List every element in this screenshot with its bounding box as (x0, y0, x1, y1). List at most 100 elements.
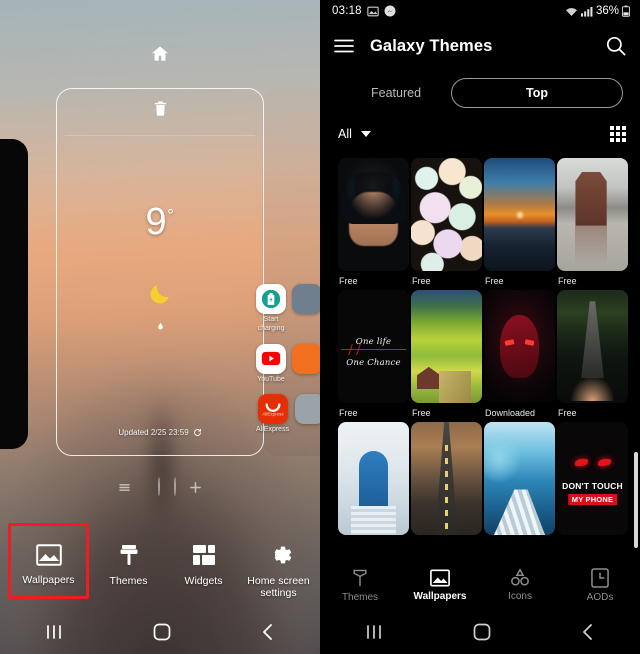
wallpaper-item[interactable]: One life One Chance Free (338, 290, 409, 418)
page-indicator-add[interactable] (190, 481, 201, 493)
page-preview-left[interactable] (0, 139, 28, 449)
status-bar-right: 36% (565, 5, 630, 17)
image-icon (35, 544, 62, 566)
wallpapers-action-button[interactable]: Wallpapers (8, 522, 89, 600)
app-row: AliExpress AliExpress (256, 394, 320, 435)
forest-road-wallpaper[interactable] (557, 290, 628, 403)
heartbeat-line (340, 348, 407, 350)
bottom-nav-label: AODs (586, 591, 614, 603)
vertical-scrollbar[interactable] (634, 452, 638, 548)
action-label: Wallpapers (22, 573, 75, 586)
action-label: Widgets (184, 574, 223, 587)
tab-featured[interactable]: Featured (351, 86, 441, 100)
action-label: Home screen settings (247, 574, 310, 600)
wallpaper-item[interactable]: Free (557, 290, 628, 418)
grid-view-icon[interactable] (610, 126, 626, 142)
wallpaper-item[interactable] (411, 422, 482, 535)
tab-bar: Featured Top (320, 70, 640, 116)
desert-highway-wallpaper[interactable] (411, 422, 482, 535)
blue-alley-wallpaper[interactable] (338, 422, 409, 535)
shapes-icon (510, 568, 530, 587)
app-row: Start charging (256, 284, 320, 334)
gear-icon (267, 543, 291, 567)
rainy-city-wallpaper[interactable] (557, 158, 628, 271)
recents-icon[interactable] (44, 624, 64, 640)
paintbrush-icon (117, 543, 141, 567)
bottom-nav-aods[interactable]: AODs (560, 567, 640, 603)
green-hills-wallpaper[interactable] (411, 290, 482, 403)
trash-icon (152, 99, 169, 118)
app-shortcut-partial-right-2[interactable] (292, 343, 320, 385)
wallpaper-price-label: Free (339, 408, 358, 418)
moon-icon (147, 281, 173, 307)
battery-icon (622, 5, 630, 17)
wallpaper-item[interactable]: Free (411, 158, 482, 286)
image-icon (430, 568, 450, 587)
app-shortcut-aliexpress[interactable]: AliExpress AliExpress (256, 394, 289, 435)
opal-stones-wallpaper[interactable] (411, 158, 482, 271)
wallpaper-item[interactable] (484, 422, 555, 535)
remove-widget-button[interactable] (57, 99, 263, 118)
app-shortcut-partial-right-3[interactable] (295, 394, 320, 435)
wallpaper-item[interactable]: DON'T TOUCH MY PHONE (557, 422, 628, 535)
widgets-action-button[interactable]: Widgets (166, 529, 241, 588)
ocean-sunset-wallpaper[interactable] (484, 158, 555, 271)
page-indicator-3[interactable] (174, 477, 176, 496)
app-shortcut-partial-right-1[interactable] (292, 284, 320, 334)
purge-mask-wallpaper[interactable] (484, 290, 555, 403)
mask-eye-left (504, 338, 515, 346)
svg-text:AliExpress: AliExpress (262, 412, 284, 417)
search-icon[interactable] (606, 36, 626, 56)
wallpaper-art-text-line2: One Chance (346, 357, 401, 368)
themes-action-button[interactable]: Themes (91, 529, 166, 588)
angry-eyes-icon (557, 459, 628, 467)
wallpaper-item[interactable]: Free (411, 290, 482, 418)
widget-preview-card[interactable]: 9° Updated 2/25 23:59 (56, 88, 264, 456)
android-navigation-bar-left (0, 610, 320, 654)
home-screen-settings-action-button[interactable]: Home screen settings (241, 529, 316, 600)
bottom-nav-themes[interactable]: Themes (320, 568, 400, 603)
page-indicator-2[interactable] (158, 477, 160, 496)
page-title: Galaxy Themes (370, 36, 493, 55)
wallpaper-item[interactable]: Free (338, 158, 409, 286)
refresh-icon[interactable] (193, 428, 202, 437)
android-navigation-bar-right (320, 610, 640, 654)
wallpaper-item[interactable]: Free (484, 158, 555, 286)
app-row: YouTube (256, 343, 320, 385)
circle-icon (174, 477, 176, 496)
wallpaper-price-label: Free (558, 408, 577, 418)
wallpaper-price-label: Free (412, 408, 431, 418)
home-screen-edit-mode-panel: 9° Updated 2/25 23:59 Start charging You… (0, 0, 320, 654)
app-icon-partial (295, 394, 320, 425)
app-shortcut-start-charging[interactable]: Start charging (256, 284, 286, 334)
dont-touch-my-phone-wallpaper[interactable]: DON'T TOUCH MY PHONE (557, 422, 628, 535)
one-life-one-chance-wallpaper[interactable]: One life One Chance (338, 290, 409, 403)
bottom-nav-label: Icons (508, 591, 532, 602)
filter-bar: All (320, 116, 640, 152)
category-filter-dropdown[interactable]: All (338, 127, 371, 141)
recents-icon[interactable] (364, 624, 384, 640)
back-icon[interactable] (260, 623, 276, 641)
tab-top[interactable]: Top (451, 78, 624, 108)
app-bar: Galaxy Themes (320, 22, 640, 70)
clock-square-icon (591, 567, 609, 588)
home-square-icon[interactable] (473, 623, 491, 641)
battery-percent: 36% (595, 5, 619, 17)
gallery-icon (367, 6, 379, 17)
app-label: Start charging (257, 316, 285, 332)
page-indicator-apps[interactable] (119, 483, 130, 492)
bottom-nav-wallpapers[interactable]: Wallpapers (400, 568, 480, 602)
app-shortcut-youtube[interactable]: YouTube (256, 343, 286, 385)
youtube-icon (256, 343, 286, 374)
wallpaper-item[interactable]: Free (557, 158, 628, 286)
home-square-icon[interactable] (153, 623, 171, 641)
wallpaper-item[interactable]: Downloaded (484, 290, 555, 418)
hooded-figure-wallpaper[interactable] (338, 158, 409, 271)
hamburger-menu-icon[interactable] (334, 38, 354, 54)
blue-bridge-wallpaper[interactable] (484, 422, 555, 535)
bottom-nav-icons[interactable]: Icons (480, 568, 560, 602)
wallpaper-item[interactable] (338, 422, 409, 535)
back-icon[interactable] (580, 623, 596, 641)
app-label: AliExpress (256, 426, 290, 434)
status-bar: 03:18 36% (320, 0, 640, 22)
